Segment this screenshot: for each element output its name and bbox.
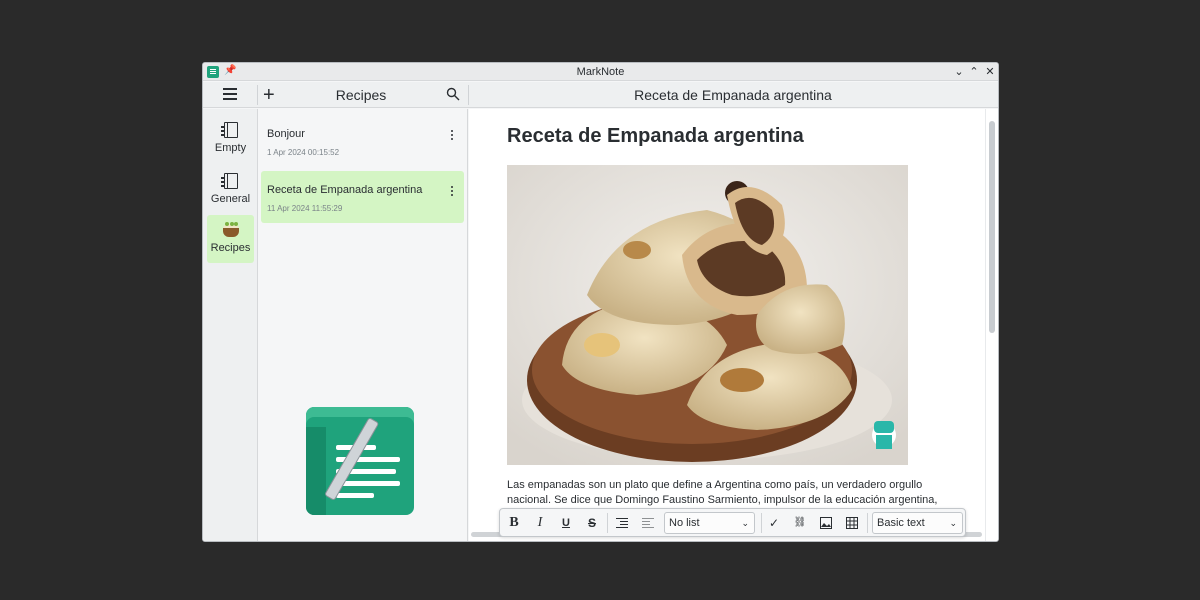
checkmark-icon: ✓	[768, 516, 780, 530]
more-options-icon[interactable]	[451, 186, 454, 197]
chevron-down-icon: ⌄	[949, 518, 957, 528]
table-icon	[846, 517, 858, 529]
sidebar-item-label: General	[210, 193, 251, 205]
main-toolbar: + Recipes Receta de Empanada argentina	[203, 82, 998, 108]
insert-table-button[interactable]	[842, 513, 862, 533]
hamburger-menu-icon[interactable]	[223, 88, 237, 102]
vertical-scroll-track	[985, 109, 986, 541]
list-item[interactable]: Receta de Empanada argentina 11 Apr 2024…	[261, 171, 464, 223]
indent-less-icon	[616, 518, 628, 528]
note-item-title: Receta de Empanada argentina	[267, 184, 423, 196]
sidebar-item-label: Empty	[214, 142, 247, 154]
note-editor[interactable]: Receta de Empanada argentina Las empanad…	[469, 109, 998, 541]
note-item-title: Bonjour	[267, 128, 305, 140]
text-style-dropdown[interactable]: Basic text ⌄	[872, 512, 963, 534]
toolbar-separator	[867, 513, 868, 533]
text-style-value: Basic text	[877, 517, 925, 529]
maximize-button[interactable]: ⌃	[967, 65, 981, 79]
note-item-date: 11 Apr 2024 11:55:29	[267, 204, 343, 213]
sidebar-item-empty[interactable]: Empty	[207, 113, 254, 161]
toolbar-separator	[257, 85, 258, 105]
insert-image-button[interactable]	[816, 513, 836, 533]
vertical-scrollbar[interactable]	[989, 121, 995, 333]
list-style-value: No list	[669, 517, 700, 529]
add-note-button[interactable]: +	[263, 83, 275, 107]
bold-button[interactable]: B	[504, 513, 524, 533]
note-heading: Receta de Empanada argentina	[507, 125, 804, 147]
search-icon[interactable]	[446, 87, 460, 101]
list-item[interactable]: Bonjour 1 Apr 2024 00:15:52	[261, 115, 464, 167]
sidebar-item-label: Recipes	[210, 242, 251, 254]
sidebar-item-general[interactable]: General	[207, 164, 254, 212]
sidebar-item-recipes[interactable]: Recipes	[207, 215, 254, 263]
insert-link-button[interactable]: ⛓	[790, 513, 810, 533]
decrease-indent-button[interactable]	[612, 513, 632, 533]
notebook-title: Recipes	[335, 87, 387, 103]
marknote-logo	[304, 407, 424, 519]
empanada-photo	[507, 165, 908, 465]
close-button[interactable]: ✕	[983, 65, 997, 79]
chevron-down-icon: ⌄	[741, 518, 749, 528]
indent-more-icon	[642, 518, 654, 528]
minimize-button[interactable]: ⌄	[952, 65, 966, 79]
note-title-header: Receta de Empanada argentina	[634, 87, 832, 103]
notebook-icon	[220, 173, 238, 189]
italic-button[interactable]: I	[530, 513, 550, 533]
image-icon	[820, 517, 832, 529]
cake-icon	[222, 221, 240, 239]
toolbar-separator	[607, 513, 608, 533]
list-style-dropdown[interactable]: No list ⌄	[664, 512, 755, 534]
marknote-window: 📌 MarkNote ⌄ ⌃ ✕ + Recipes Receta de Emp…	[202, 62, 999, 542]
checkbox-button[interactable]: ✓	[764, 513, 784, 533]
window-title: MarkNote	[576, 66, 625, 78]
more-options-icon[interactable]	[451, 130, 454, 141]
underline-button[interactable]: U	[556, 513, 576, 533]
note-item-date: 1 Apr 2024 00:15:52	[267, 148, 340, 157]
note-list: Bonjour 1 Apr 2024 00:15:52 Receta de Em…	[259, 109, 468, 541]
notebook-icon	[220, 122, 238, 138]
formatting-toolbar: B I U S No list ⌄ ✓ ⛓ Basic text ⌄	[499, 508, 966, 537]
notebook-sidebar: Empty General Recipes	[203, 109, 258, 541]
toolbar-separator	[761, 513, 762, 533]
increase-indent-button[interactable]	[638, 513, 658, 533]
strikethrough-button[interactable]: S	[582, 513, 602, 533]
title-bar: 📌 MarkNote ⌄ ⌃ ✕	[203, 63, 998, 81]
link-icon: ⛓	[793, 517, 807, 528]
